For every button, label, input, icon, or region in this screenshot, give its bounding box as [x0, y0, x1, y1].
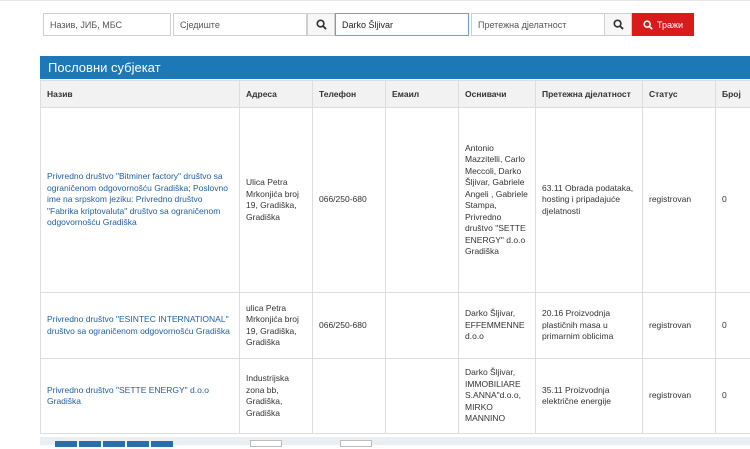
founders-cell: Darko Šljivar, EFFEMMENNE d.o.o: [459, 293, 536, 359]
activity-cell: 35.11 Proizvodnja električne energije: [536, 359, 643, 434]
column-header-status[interactable]: Статус: [643, 81, 716, 108]
phone-cell: [313, 359, 386, 434]
number-cell: 0: [716, 293, 750, 359]
name-search-input[interactable]: [43, 13, 171, 36]
column-header-email[interactable]: Емаил: [386, 81, 459, 108]
table-header-row: Назив Адреса Телефон Емаил Оснивачи Прет…: [41, 81, 750, 108]
activity-cell: 20.16 Proizvodnja plastičnih masa u prim…: [536, 293, 643, 359]
page-number-input[interactable]: [340, 440, 372, 447]
column-header-phone[interactable]: Телефон: [313, 81, 386, 108]
address-cell: ulica Petra Mrkonjića broj 19, Gradiška,…: [240, 293, 313, 359]
status-cell: registrovan: [643, 293, 716, 359]
email-cell: [386, 108, 459, 293]
panel-title: Пословни субјекат: [40, 56, 750, 79]
address-cell: Industrijska zona bb, Gradiška, Gradiška: [240, 359, 313, 434]
pagination-button[interactable]: [79, 441, 101, 447]
founders-cell: Darko Šljivar, IMMOBILIARE S.ANNA"d.o.o,…: [459, 359, 536, 434]
activity-search-button[interactable]: [604, 13, 632, 36]
address-cell: Ulica Petra Mrkonjića broj 19, Gradiška,…: [240, 108, 313, 293]
column-header-founders[interactable]: Оснивачи: [459, 81, 536, 108]
pagination-button[interactable]: [127, 441, 149, 447]
number-cell: 0: [716, 359, 750, 434]
pagination-button[interactable]: [103, 441, 125, 447]
column-header-activity[interactable]: Претежна дјелатност: [536, 81, 643, 108]
table-row[interactable]: Privredno društvo "Bitminer factory" dru…: [41, 108, 750, 293]
phone-cell: 066/250-680: [313, 293, 386, 359]
number-cell: 0: [716, 108, 750, 293]
activity-cell: 63.11 Obrada podataka, hosting i pripada…: [536, 108, 643, 293]
table-row[interactable]: Privredno društvo "SETTE ENERGY" d.o.o G…: [41, 359, 750, 434]
pagination-button[interactable]: [151, 441, 173, 447]
email-cell: [386, 359, 459, 434]
company-name-link[interactable]: Privredno društvo "SETTE ENERGY" d.o.o G…: [41, 359, 240, 434]
column-header-number[interactable]: Број: [716, 81, 750, 108]
status-cell: registrovan: [643, 108, 716, 293]
column-header-name[interactable]: Назив: [41, 81, 240, 108]
seat-search-button[interactable]: [307, 13, 335, 36]
seat-search-input[interactable]: [173, 13, 307, 36]
results-table: Назив Адреса Телефон Емаил Оснивачи Прет…: [40, 80, 750, 434]
search-icon: [613, 19, 624, 30]
status-cell: registrovan: [643, 359, 716, 434]
phone-cell: 066/250-680: [313, 108, 386, 293]
column-header-address[interactable]: Адреса: [240, 81, 313, 108]
search-bar: Тражи: [0, 0, 750, 47]
pagination[interactable]: [55, 439, 175, 445]
activity-search-input[interactable]: [471, 13, 605, 36]
founders-cell: Antonio Mazzitelli, Carlo Meccoli, Darko…: [459, 108, 536, 293]
email-cell: [386, 293, 459, 359]
company-name-link[interactable]: Privredno društvo "ESINTEC INTERNATIONAL…: [41, 293, 240, 359]
table-row[interactable]: Privredno društvo "ESINTEC INTERNATIONAL…: [41, 293, 750, 359]
search-icon: [643, 20, 653, 30]
pagination-button[interactable]: [55, 441, 77, 447]
search-button[interactable]: Тражи: [632, 13, 694, 36]
company-name-link[interactable]: Privredno društvo "Bitminer factory" dru…: [41, 108, 240, 293]
search-button-label: Тражи: [657, 20, 683, 30]
page-size-select[interactable]: [250, 440, 282, 447]
founder-search-input[interactable]: [335, 13, 469, 36]
search-icon: [316, 19, 327, 30]
